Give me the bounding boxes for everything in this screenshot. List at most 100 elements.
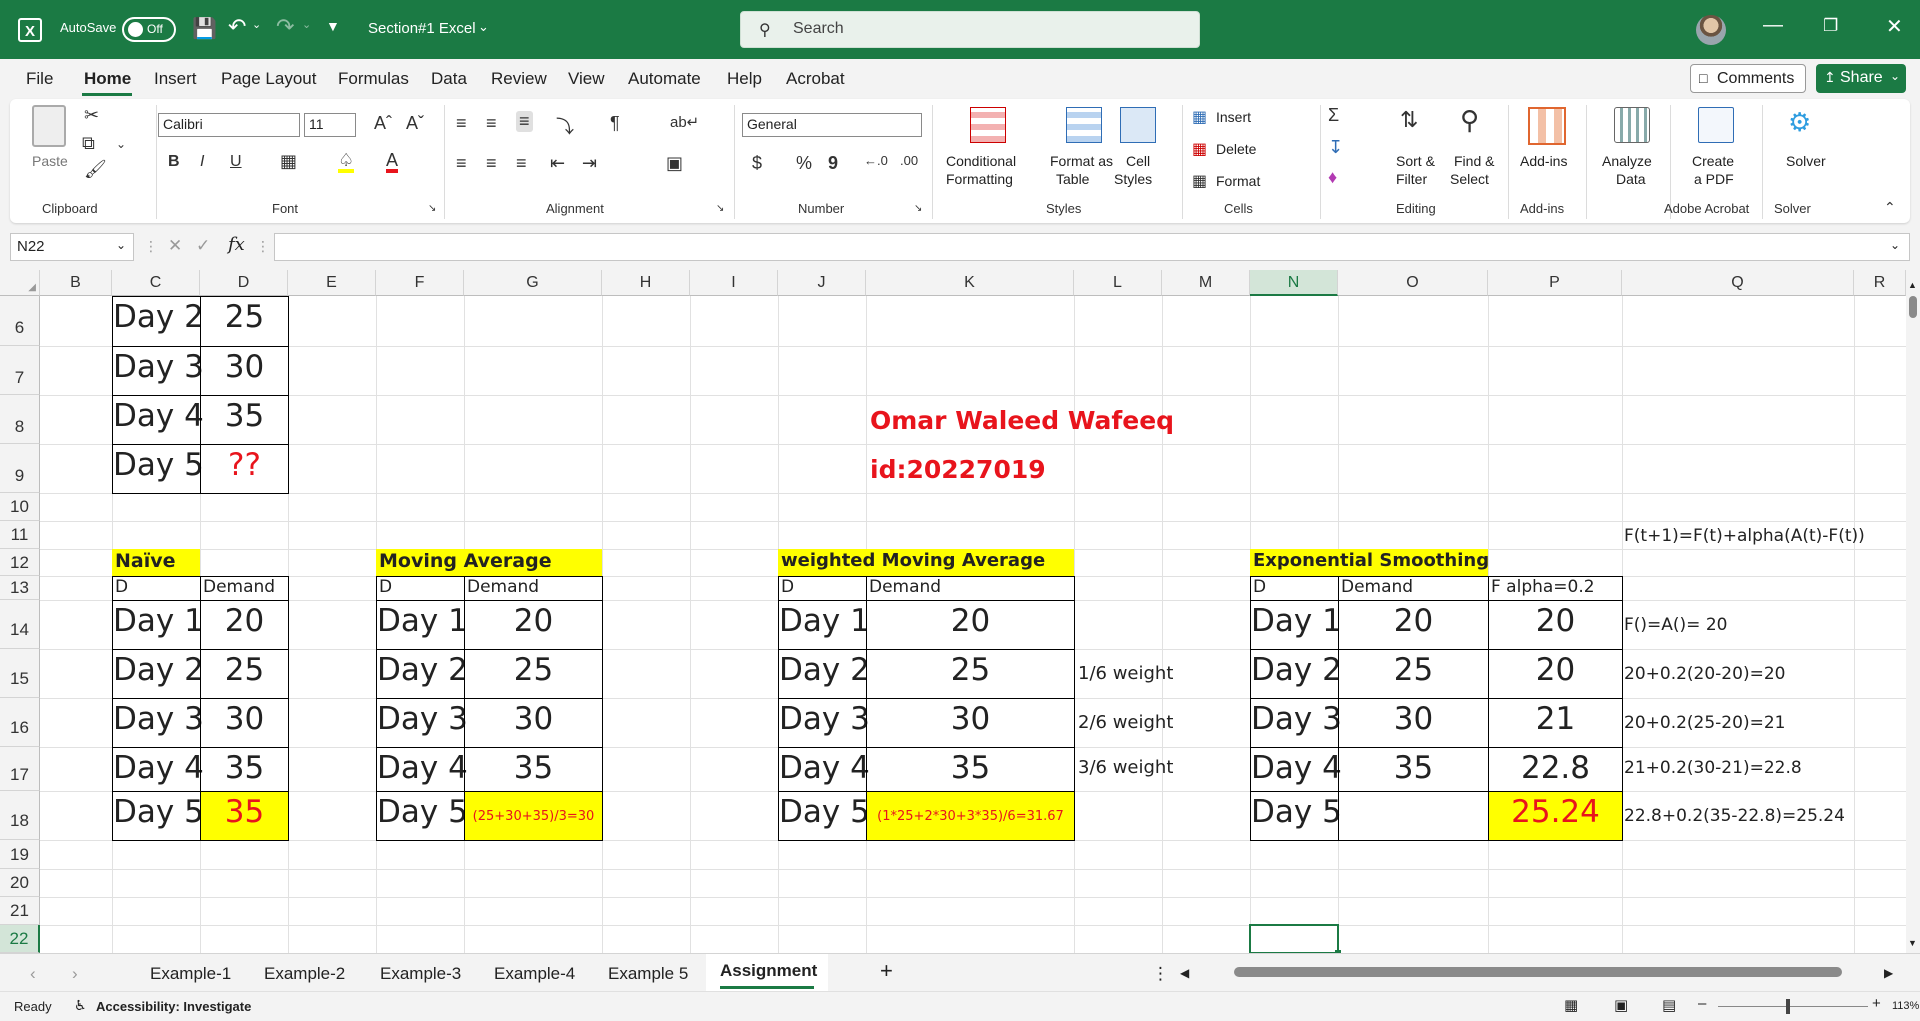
es-demand-cell[interactable] [1338, 791, 1489, 841]
es-calc-note[interactable]: F()=A()= 20 [1624, 615, 1727, 635]
ma-forecast-cell[interactable]: (25+30+35)/3=30 [464, 791, 603, 841]
sort-filter-label-2[interactable]: Filter [1396, 171, 1427, 187]
align-middle-icon[interactable]: ≡ [486, 113, 497, 134]
ma-header-d[interactable]: D [376, 576, 465, 601]
tab-help[interactable]: Help [727, 69, 762, 89]
row-header[interactable]: 6 [0, 296, 40, 346]
name-box-dropdown-icon[interactable]: ⌄ [116, 238, 126, 252]
column-header[interactable]: M [1162, 270, 1250, 296]
insert-cells-icon[interactable]: ▦ [1192, 107, 1207, 127]
naive-day-cell[interactable]: Day 3 [112, 698, 204, 748]
format-cells-icon[interactable]: ▦ [1192, 171, 1207, 191]
scroll-down-icon[interactable]: ▼ [1908, 938, 1917, 948]
naive-value-cell[interactable]: 35 [200, 747, 289, 792]
orientation-icon[interactable]: ⤵ [556, 113, 574, 139]
cell-styles-label-2[interactable]: Styles [1114, 171, 1152, 187]
borders-icon[interactable]: ▦ [280, 151, 297, 172]
scroll-up-icon[interactable]: ▲ [1908, 280, 1917, 290]
es-header-forecast[interactable]: F alpha=0.2 [1488, 576, 1623, 601]
naive-header-d[interactable]: D [112, 576, 201, 601]
moving-average-title[interactable]: Moving Average [376, 549, 602, 576]
ma-day-cell[interactable]: Day 4 [376, 747, 468, 792]
row-header[interactable]: 21 [0, 897, 40, 925]
tab-data[interactable]: Data [431, 69, 467, 89]
wma-value-cell[interactable]: 25 [866, 649, 1075, 699]
sheet-tab[interactable]: Example-4 [494, 964, 575, 984]
naive-value-cell[interactable]: 25 [200, 649, 289, 699]
es-calc-note[interactable]: 20+0.2(25-20)=21 [1624, 713, 1785, 733]
tab-formulas[interactable]: Formulas [338, 69, 409, 89]
wma-value-cell[interactable]: 35 [866, 747, 1075, 792]
top-day-cell[interactable]: Day 3 [112, 346, 204, 396]
wrap-text-icon[interactable]: ab↵ [670, 113, 699, 131]
row-header[interactable]: 13 [0, 576, 40, 600]
wma-value-cell[interactable]: 20 [866, 600, 1075, 650]
clear-icon[interactable]: ♦ [1328, 167, 1337, 188]
file-title-chevron-icon[interactable]: ⌄ [478, 19, 489, 35]
decrease-font-icon[interactable]: Aˇ [406, 113, 424, 134]
page-layout-view-icon[interactable]: ▣ [1614, 996, 1628, 1014]
find-select-label[interactable]: Find & [1454, 153, 1494, 169]
redo-icon[interactable]: ↷ [276, 14, 294, 40]
es-day-cell[interactable]: Day 3 [1250, 698, 1342, 748]
expand-formula-bar-icon[interactable]: ⌄ [1890, 238, 1900, 252]
ma-day-cell[interactable]: Day 3 [376, 698, 468, 748]
es-calc-note[interactable]: 22.8+0.2(35-22.8)=25.24 [1624, 806, 1845, 826]
top-day-cell[interactable]: Day 5 [112, 444, 204, 494]
row-header[interactable]: 20 [0, 869, 40, 897]
wma-day-cell[interactable]: Day 1 [778, 600, 870, 650]
row-header[interactable]: 14 [0, 600, 40, 649]
weighted-moving-average-title[interactable]: weighted Moving Average [778, 549, 1074, 576]
increase-font-icon[interactable]: Aˆ [374, 113, 392, 134]
add-sheet-icon[interactable]: + [880, 958, 893, 984]
add-ins-label[interactable]: Add-ins [1520, 153, 1567, 169]
copy-dropdown-icon[interactable]: ⌄ [116, 137, 126, 151]
sheet-tab[interactable]: Example-3 [380, 964, 461, 984]
wma-day-cell[interactable]: Day 2 [778, 649, 870, 699]
horizontal-scroll-thumb[interactable] [1234, 967, 1842, 977]
tab-view[interactable]: View [568, 69, 605, 89]
cut-icon[interactable]: ✂ [84, 105, 99, 126]
font-size-select[interactable]: 11 [304, 113, 356, 137]
scroll-right-icon[interactable]: ▶ [1884, 966, 1893, 980]
share-button[interactable]: ↥ Share ⌄ [1816, 64, 1906, 93]
es-forecast-cell[interactable]: 22.8 [1488, 747, 1623, 792]
format-as-table-icon[interactable] [1066, 107, 1102, 143]
cell-styles-icon[interactable] [1120, 107, 1156, 143]
insert-function-icon[interactable]: fx [228, 234, 245, 255]
worksheet-grid[interactable]: ◢ B C D E F G H I J K L M N O P Q R 6 7 … [0, 270, 1920, 956]
naive-day-cell[interactable]: Day 4 [112, 747, 204, 792]
customize-toolbar-icon[interactable]: ▼ [326, 18, 340, 34]
row-header[interactable]: 11 [0, 521, 40, 549]
paste-icon[interactable] [32, 105, 66, 147]
align-top-icon[interactable]: ≡ [456, 113, 467, 134]
row-header[interactable]: 17 [0, 747, 40, 791]
restore-icon[interactable]: ❐ [1823, 16, 1838, 36]
row-header[interactable]: 16 [0, 698, 40, 747]
tab-file[interactable]: File [26, 69, 53, 89]
es-calc-note[interactable]: 20+0.2(20-20)=20 [1624, 664, 1785, 684]
naive-day-cell[interactable]: Day 1 [112, 600, 204, 650]
vertical-scroll-thumb[interactable] [1909, 296, 1917, 318]
confirm-edit-icon[interactable]: ✓ [196, 236, 210, 256]
row-header[interactable]: 18 [0, 791, 40, 840]
es-header-d[interactable]: D [1250, 576, 1339, 601]
cancel-edit-icon[interactable]: ✕ [168, 236, 182, 256]
naive-day-cell[interactable]: Day 2 [112, 649, 204, 699]
prev-sheet-icon[interactable]: ‹ [30, 964, 36, 984]
font-dialog-launcher-icon[interactable]: ↘ [428, 203, 436, 214]
es-calc-note[interactable]: 21+0.2(30-21)=22.8 [1624, 758, 1802, 778]
top-day-cell[interactable]: Day 4 [112, 395, 204, 445]
row-header[interactable]: 15 [0, 649, 40, 698]
file-title[interactable]: Section#1 Excel [368, 20, 476, 37]
es-demand-cell[interactable]: 35 [1338, 747, 1489, 792]
copy-icon[interactable]: ⧉ [82, 133, 95, 154]
create-pdf-icon[interactable] [1698, 107, 1734, 143]
conditional-formatting-icon[interactable] [970, 107, 1006, 143]
redo-dropdown-icon[interactable]: ⌄ [302, 18, 311, 31]
alignment-dialog-launcher-icon[interactable]: ↘ [716, 203, 724, 214]
zoom-level[interactable]: 113% [1892, 1000, 1919, 1012]
comma-style-icon[interactable]: 9 [828, 153, 838, 174]
fill-icon[interactable]: ↧ [1328, 137, 1343, 158]
column-header[interactable]: Q [1622, 270, 1854, 296]
